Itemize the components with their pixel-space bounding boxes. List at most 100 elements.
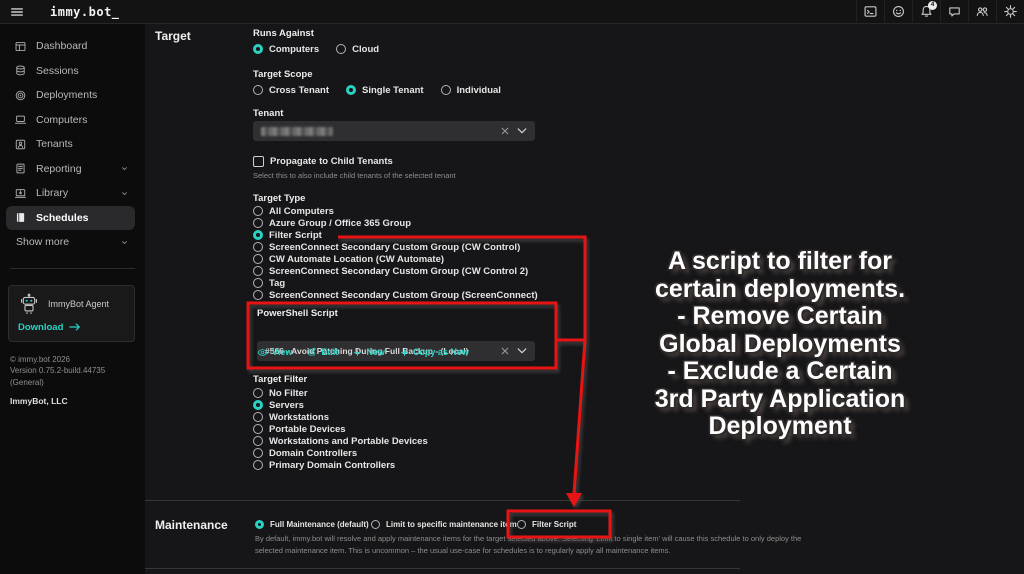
radio-icon (253, 436, 263, 446)
radio-cw-automate-location[interactable]: CW Automate Location (CW Automate) (253, 253, 538, 265)
radio-single-tenant[interactable]: Single Tenant (346, 84, 424, 96)
script-window-button[interactable] (856, 0, 884, 24)
radio-no-filter[interactable]: No Filter (253, 387, 428, 399)
view-script-link[interactable]: View (257, 347, 292, 357)
radio-icon (253, 242, 263, 252)
sidebar-item-sessions[interactable]: Sessions (6, 59, 135, 84)
radio-cloud[interactable]: Cloud (336, 43, 379, 55)
plus-icon (400, 348, 409, 357)
sidebar-item-reporting[interactable]: Reporting (6, 157, 135, 182)
maintenance-help-text: By default, immy.bot will resolve and ap… (255, 533, 801, 556)
hamburger-icon (10, 5, 24, 19)
radio-label: Limit to specific maintenance item (386, 520, 517, 529)
sidebar-item-library[interactable]: Library (6, 181, 135, 206)
sidebar-item-tenants[interactable]: Tenants (6, 132, 135, 157)
dashboard-icon (14, 40, 27, 53)
sidebar-item-dashboard[interactable]: Dashboard (6, 34, 135, 59)
sidebar-item-schedules[interactable]: Schedules (6, 206, 135, 231)
gear-icon (1003, 4, 1018, 19)
radio-individual[interactable]: Individual (441, 84, 501, 96)
notification-badge: 4 (928, 1, 937, 10)
chat-button[interactable] (940, 0, 968, 24)
radio-tag[interactable]: Tag (253, 277, 538, 289)
radio-filter-script[interactable]: Filter Script (253, 229, 538, 241)
chevron-down-icon[interactable] (517, 127, 527, 135)
radio-sc-screenconnect[interactable]: ScreenConnect Secondary Custom Group (Sc… (253, 289, 538, 301)
propagate-checkbox-row[interactable]: Propagate to Child Tenants (253, 155, 393, 167)
radio-selected-icon (346, 85, 356, 95)
sidebar-item-label: Schedules (36, 212, 89, 224)
edit-script-link[interactable]: Edit (307, 347, 338, 357)
radio-selected-icon (253, 230, 263, 240)
notifications-button[interactable]: 4 (912, 0, 940, 24)
radio-label: Individual (457, 85, 501, 96)
radio-icon (253, 388, 263, 398)
new-script-link[interactable]: New (353, 347, 385, 357)
tenant-select[interactable] (253, 121, 535, 141)
radio-computers[interactable]: Computers (253, 43, 319, 55)
view-label: View (272, 347, 292, 357)
propagate-label: Propagate to Child Tenants (270, 156, 393, 167)
annotation-line: 3rd Party Application (595, 386, 965, 414)
settings-button[interactable] (996, 0, 1024, 24)
sidebar-item-label: Dashboard (36, 40, 87, 52)
radio-sc-cw-control-2[interactable]: ScreenConnect Secondary Custom Group (CW… (253, 265, 538, 277)
sidebar-item-deployments[interactable]: Deployments (6, 83, 135, 108)
radio-cross-tenant[interactable]: Cross Tenant (253, 84, 329, 96)
radio-limit-maintenance-item[interactable]: Limit to specific maintenance item (371, 518, 517, 530)
app-logo[interactable]: immy.bot_ (50, 5, 120, 19)
chat-icon (947, 4, 962, 19)
radio-icon (336, 44, 346, 54)
users-button[interactable] (968, 0, 996, 24)
radio-servers[interactable]: Servers (253, 399, 428, 411)
arrow-right-icon (69, 322, 81, 332)
radio-workstations[interactable]: Workstations (253, 411, 428, 423)
annotation-line: Global Deployments (595, 331, 965, 359)
chevron-down-icon[interactable] (517, 347, 527, 355)
radio-label: ScreenConnect Secondary Custom Group (CW… (269, 242, 520, 253)
radio-sc-cw-control[interactable]: ScreenConnect Secondary Custom Group (CW… (253, 241, 538, 253)
radio-workstations-portable[interactable]: Workstations and Portable Devices (253, 435, 428, 447)
sidebar: Dashboard Sessions Deployments Computers… (0, 24, 145, 574)
radio-icon (253, 206, 263, 216)
radio-portable-devices[interactable]: Portable Devices (253, 423, 428, 435)
propagate-help-text: Select this to also include child tenant… (253, 171, 456, 180)
section-divider (145, 500, 740, 501)
tenants-icon (14, 138, 27, 151)
agent-download-link[interactable]: Download (18, 322, 125, 333)
version-text: Version 0.75.2-build.44735 (10, 365, 135, 377)
copyright-text: © immy.bot 2026 (10, 354, 135, 366)
radio-label: Domain Controllers (269, 448, 357, 459)
target-filter-label: Target Filter (253, 374, 307, 385)
sidebar-item-computers[interactable]: Computers (6, 108, 135, 133)
sidebar-item-label: Sessions (36, 65, 79, 77)
radio-label: No Filter (269, 388, 308, 399)
radio-label: ScreenConnect Secondary Custom Group (Sc… (269, 290, 538, 301)
show-more-label: Show more (16, 236, 69, 248)
plus-icon (353, 348, 362, 357)
sidebar-item-label: Computers (36, 114, 87, 126)
radio-label: Tag (269, 278, 285, 289)
radio-maintenance-filter-script[interactable]: Filter Script (517, 518, 576, 530)
radio-label: Computers (269, 44, 319, 55)
clear-icon[interactable] (501, 347, 509, 355)
clear-icon[interactable] (501, 127, 509, 135)
radio-azure-group[interactable]: Azure Group / Office 365 Group (253, 217, 538, 229)
radio-icon (371, 520, 380, 529)
radio-domain-controllers[interactable]: Domain Controllers (253, 447, 428, 459)
radio-all-computers[interactable]: All Computers (253, 205, 538, 217)
annotation-line: certain deployments. (595, 276, 965, 304)
sidebar-footer: © immy.bot 2026 Version 0.75.2-build.447… (10, 354, 135, 408)
maintenance-help-line2: selected maintenance item. This is uncom… (255, 545, 801, 557)
radio-primary-domain-controllers[interactable]: Primary Domain Controllers (253, 459, 428, 471)
section-divider (145, 568, 740, 569)
radio-full-maintenance[interactable]: Full Maintenance (default) (255, 518, 369, 530)
hamburger-menu-button[interactable] (0, 0, 34, 24)
sidebar-show-more[interactable]: Show more (6, 230, 135, 255)
radio-icon (253, 278, 263, 288)
checkbox-icon (253, 156, 264, 167)
annotation-line: - Remove Certain (595, 303, 965, 331)
schedules-icon (14, 211, 27, 224)
feedback-button[interactable] (884, 0, 912, 24)
copy-as-new-link[interactable]: Copy as New (400, 347, 469, 357)
